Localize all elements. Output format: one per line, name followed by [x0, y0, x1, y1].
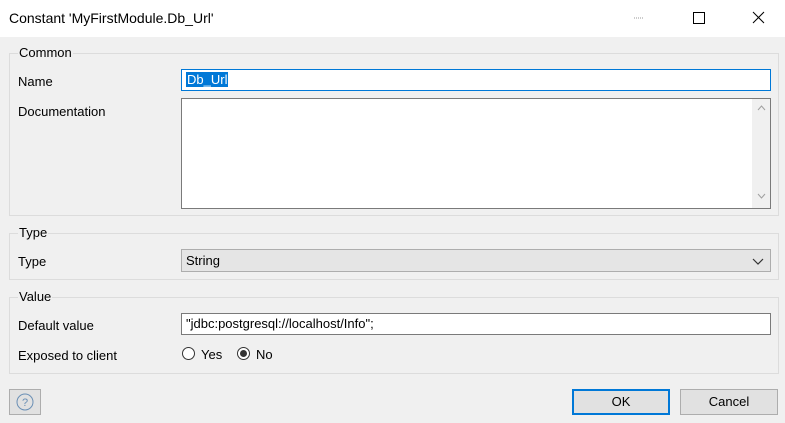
- window-title: Constant 'MyFirstModule.Db_Url': [9, 10, 214, 26]
- documentation-label: Documentation: [18, 104, 106, 119]
- title-bar[interactable]: Constant 'MyFirstModule.Db_Url': [0, 0, 785, 37]
- scrollbar-arrows: [757, 105, 766, 199]
- name-label: Name: [18, 74, 53, 89]
- scroll-down-icon: [757, 193, 766, 199]
- radio-no[interactable]: [237, 347, 250, 360]
- type-select[interactable]: String: [181, 249, 771, 272]
- documentation-textarea[interactable]: [181, 98, 771, 209]
- maximize-icon: [693, 12, 705, 24]
- documentation-scrollbar[interactable]: [752, 99, 770, 208]
- radio-yes-label[interactable]: Yes: [201, 347, 222, 362]
- type-label: Type: [18, 254, 47, 269]
- radio-no-label[interactable]: No: [256, 347, 273, 362]
- close-button[interactable]: [734, 0, 784, 37]
- exposed-to-client-label: Exposed to client: [18, 348, 118, 363]
- default-value-label: Default value: [18, 318, 94, 333]
- chevron-down-icon: [752, 258, 764, 265]
- maximize-button[interactable]: [674, 0, 724, 37]
- default-value-text: "jdbc:postgresql://localhost/Info";: [186, 316, 374, 331]
- type-value: String: [186, 253, 220, 268]
- default-value-input[interactable]: "jdbc:postgresql://localhost/Info";: [181, 313, 771, 335]
- ok-button[interactable]: OK: [572, 389, 670, 415]
- cancel-button[interactable]: Cancel: [680, 389, 778, 415]
- radio-yes[interactable]: [182, 347, 195, 360]
- help-icon: ?: [16, 393, 34, 411]
- scroll-up-icon: [757, 105, 766, 111]
- close-icon: [752, 11, 765, 24]
- value-group: Value: [9, 290, 779, 374]
- svg-text:?: ?: [22, 397, 28, 409]
- help-button[interactable]: ?: [9, 389, 41, 415]
- name-value: Db_Url: [186, 72, 229, 87]
- value-group-label: Value: [18, 289, 53, 304]
- type-group-label: Type: [18, 225, 49, 240]
- name-input[interactable]: Db_Url: [181, 69, 771, 91]
- minimize-icon: [634, 17, 644, 19]
- common-group-label: Common: [18, 45, 73, 60]
- radio-no-selected-dot: [240, 350, 247, 357]
- minimize-button[interactable]: [614, 0, 664, 37]
